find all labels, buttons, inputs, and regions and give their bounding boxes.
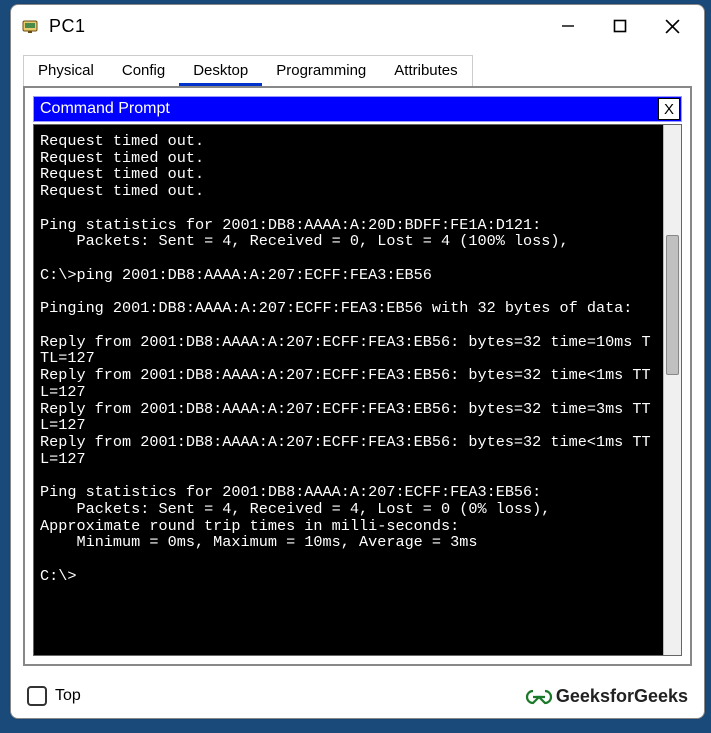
close-button[interactable] bbox=[646, 5, 698, 47]
footer: Top GeeksforGeeks bbox=[11, 674, 704, 718]
tab-config[interactable]: Config bbox=[108, 56, 179, 86]
command-prompt-output[interactable]: Request timed out. Request timed out. Re… bbox=[34, 125, 663, 655]
tab-programming[interactable]: Programming bbox=[262, 56, 380, 86]
maximize-button[interactable] bbox=[594, 5, 646, 47]
tabs: Physical Config Desktop Programming Attr… bbox=[23, 55, 473, 86]
desktop-content: Command Prompt X Request timed out. Requ… bbox=[23, 86, 692, 666]
command-prompt-scrollbar[interactable] bbox=[663, 125, 681, 655]
tab-desktop[interactable]: Desktop bbox=[179, 56, 262, 86]
command-prompt-close-button[interactable]: X bbox=[658, 98, 680, 120]
window-title: PC1 bbox=[49, 16, 534, 37]
top-checkbox-wrap[interactable]: Top bbox=[27, 686, 81, 706]
tabs-container: Physical Config Desktop Programming Attr… bbox=[11, 47, 704, 86]
minimize-button[interactable] bbox=[542, 5, 594, 47]
window-controls bbox=[542, 5, 698, 47]
checkbox-icon[interactable] bbox=[27, 686, 47, 706]
command-prompt-body-wrap: Request timed out. Request timed out. Re… bbox=[33, 124, 682, 656]
geeksforgeeks-logo-icon bbox=[524, 687, 550, 705]
command-prompt-titlebar[interactable]: Command Prompt X bbox=[33, 96, 682, 122]
app-window: PC1 Physical Config Desktop Programming … bbox=[10, 4, 705, 719]
titlebar[interactable]: PC1 bbox=[11, 5, 704, 47]
scrollbar-thumb[interactable] bbox=[666, 235, 679, 375]
app-icon bbox=[21, 16, 41, 36]
command-prompt-title: Command Prompt bbox=[40, 100, 170, 118]
footer-brand-text: GeeksforGeeks bbox=[556, 686, 688, 707]
footer-brand: GeeksforGeeks bbox=[524, 686, 688, 707]
tab-attributes[interactable]: Attributes bbox=[380, 56, 471, 86]
tab-physical[interactable]: Physical bbox=[24, 56, 108, 86]
top-checkbox-label: Top bbox=[55, 687, 81, 705]
